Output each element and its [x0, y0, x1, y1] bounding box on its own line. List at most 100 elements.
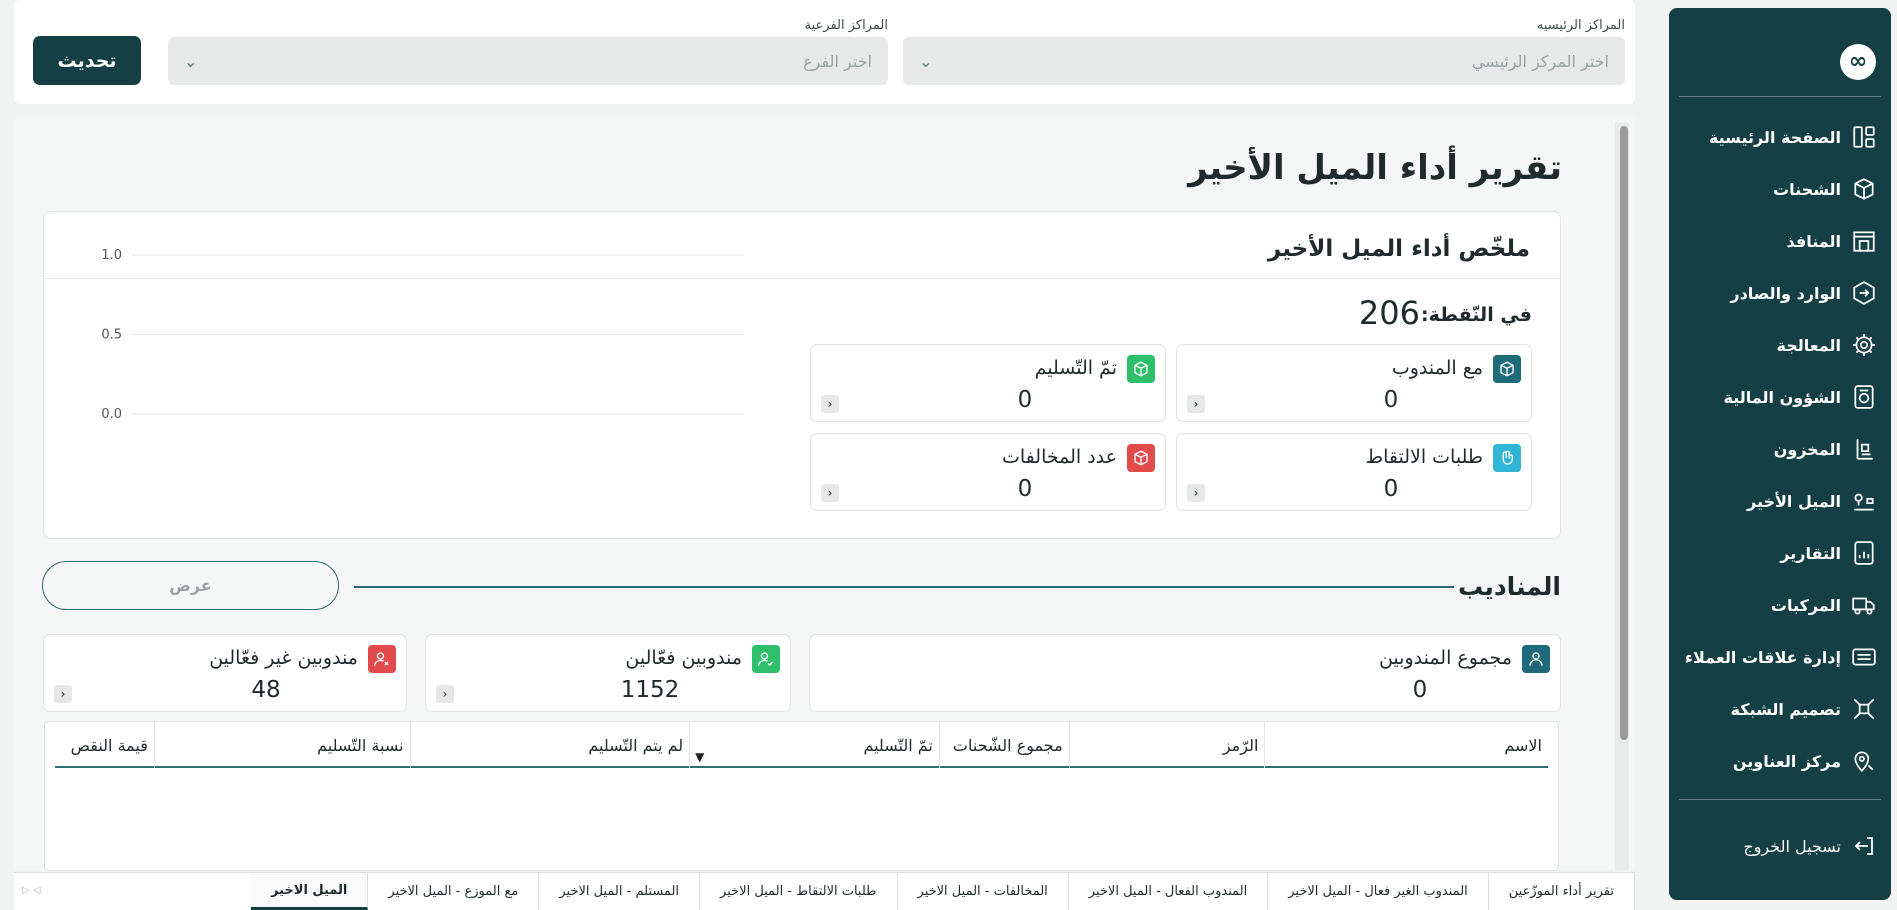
sidebar-item-label: تصميم الشبكة	[1730, 699, 1841, 719]
sidebar-item-home[interactable]: الصفحة الرئيسية	[1669, 111, 1891, 163]
box-icon	[1854, 178, 1874, 200]
sidebar-item-label: مركز العناوين	[1732, 751, 1841, 771]
sidebar-item-processing[interactable]: المعالجة	[1669, 319, 1891, 371]
summary-chart: 1.0 0.5 0.0	[64, 240, 764, 440]
tab-scroll-arrows[interactable]: ◁ ▷	[22, 885, 41, 896]
sidebar-item-label: المركبات	[1770, 595, 1841, 615]
chevron-left-icon[interactable]: ‹	[1187, 395, 1205, 413]
sidebar-item-label: الصفحة الرئيسية	[1708, 127, 1841, 147]
user-check-icon	[757, 652, 774, 666]
finance-icon	[1854, 385, 1874, 409]
sub-center-select[interactable]: اختر الفرع ⌄	[168, 37, 888, 85]
sidebar-item-label: الشؤون المالية	[1723, 387, 1841, 407]
stat-icon-bg	[1493, 355, 1521, 383]
rep-card-inactive: مندوبين غير فعّالين 48 ‹	[43, 634, 407, 712]
sidebar-item-label: المنافذ	[1786, 231, 1841, 251]
logo: ∞	[1669, 36, 1891, 84]
tab-recipient[interactable]: المستلم - الميل الاخير	[539, 873, 701, 910]
chevron-left-icon[interactable]: ‹	[821, 484, 839, 502]
tab-active-rep[interactable]: المندوب الفعال - الميل الاخير	[1069, 873, 1269, 910]
scrollbar-thumb[interactable]	[1620, 126, 1628, 740]
sidebar-item-vehicles[interactable]: المركبات	[1669, 579, 1891, 631]
hand-icon	[1502, 450, 1513, 465]
sub-center-label: المراكز الفرعية	[804, 18, 888, 33]
box-icon	[1500, 361, 1514, 377]
summary-title: ملخّص أداء الميل الأخير	[1267, 236, 1530, 262]
stat-icon-bg	[1493, 444, 1521, 472]
filter-bar: المراكز الرئيسيه اختر المركز الرئيسي ⌄ ا…	[14, 0, 1635, 104]
tab-with-distributor[interactable]: مع الموزع - الميل الاخير	[368, 873, 540, 910]
sidebar-item-network[interactable]: تصميم الشبكة	[1669, 683, 1891, 735]
sidebar-item-label: المعالجة	[1776, 335, 1842, 355]
stat-value: 0	[1412, 677, 1428, 703]
tab-violations[interactable]: المخالفات - الميل الاخير	[898, 873, 1069, 910]
box-icon	[1134, 361, 1148, 377]
stat-value: 0	[1017, 387, 1033, 413]
sort-down-icon: ▼	[695, 750, 705, 764]
sidebar: ∞ الصفحة الرئيسية الشحنات المنافذ الوارد…	[1669, 8, 1891, 900]
crm-icon	[1852, 648, 1876, 666]
chevron-left-icon[interactable]: ‹	[1187, 484, 1205, 502]
column-header-not-delivered[interactable]: لم يتم التّسليم	[409, 722, 690, 768]
stat-card-violations: عدد المخالفات 0 ‹	[810, 433, 1166, 511]
stat-value: 0	[1383, 476, 1399, 502]
sidebar-item-label: المخزون	[1773, 439, 1841, 459]
tab-inactive-rep[interactable]: المندوب الغير فعال - الميل الاخير	[1268, 873, 1489, 910]
logout-button[interactable]: تسجيل الخروج	[1669, 826, 1891, 866]
sidebar-item-reports[interactable]: التقارير	[1669, 527, 1891, 579]
point-value: 206	[1358, 294, 1420, 332]
sidebar-item-outlets[interactable]: المنافذ	[1669, 215, 1891, 267]
reps-title: المناديب	[1458, 572, 1561, 601]
y-tick-label: 0.5	[101, 328, 122, 343]
line-chart: 1.0 0.5 0.0	[101, 248, 744, 422]
sidebar-item-shipments[interactable]: الشحنات	[1669, 163, 1891, 215]
stat-label: تمّ التّسليم	[1034, 357, 1117, 379]
rep-card-total: مجموع المندوبين 0	[809, 634, 1561, 712]
sidebar-item-finance[interactable]: الشؤون المالية	[1669, 371, 1891, 423]
sidebar-item-last-mile[interactable]: الميل الأخير	[1669, 475, 1891, 527]
stat-icon-bg	[1522, 645, 1550, 673]
rep-card-active: مندوبين فعّالين 1152 ‹	[425, 634, 791, 712]
stat-label: مندوبين غير فعّالين	[209, 647, 358, 669]
stat-value: 1152	[620, 677, 680, 703]
chevron-left-icon[interactable]: ‹	[436, 685, 454, 703]
refresh-button[interactable]: تحديث	[33, 36, 141, 85]
logo-icon: ∞	[1840, 44, 1876, 80]
chevron-left-icon[interactable]: ‹	[821, 395, 839, 413]
reps-divider	[354, 586, 1454, 588]
sidebar-item-crm[interactable]: إدارة علاقات العملاء	[1669, 631, 1891, 683]
column-header-code[interactable]: الرّمز	[1068, 722, 1265, 768]
column-header-total-shipments[interactable]: مجموع الشّحنات	[938, 722, 1069, 768]
store-icon	[1853, 231, 1875, 252]
tab-pickup-requests[interactable]: طلبات الالتقاط - الميل الاخير	[700, 873, 898, 910]
stat-card-delivered: تمّ التّسليم 0 ‹	[810, 344, 1166, 422]
stat-icon-bg	[368, 645, 396, 673]
box-icon	[1134, 450, 1148, 466]
main-center-select[interactable]: اختر المركز الرئيسي ⌄	[903, 37, 1625, 85]
sidebar-item-inventory[interactable]: المخزون	[1669, 423, 1891, 475]
stat-value: 0	[1017, 476, 1033, 502]
network-icon	[1853, 698, 1875, 720]
stat-card-with-rep: مع المندوب 0 ‹	[1176, 344, 1532, 422]
show-button[interactable]: عرض	[42, 561, 339, 610]
sidebar-item-addresses[interactable]: مركز العناوين	[1669, 735, 1891, 787]
stat-value: 0	[1383, 387, 1399, 413]
summary-panel: ملخّص أداء الميل الأخير في النّقطة: 206 …	[43, 211, 1561, 539]
column-header-shortage-value[interactable]: قيمة النقص	[55, 722, 154, 768]
column-header-delivery-rate[interactable]: نسبة التّسليم	[153, 722, 410, 768]
chevron-left-icon[interactable]: ‹	[54, 685, 72, 703]
sidebar-nav: الصفحة الرئيسية الشحنات المنافذ الوارد و…	[1669, 111, 1891, 787]
main-center-label: المراكز الرئيسيه	[1536, 18, 1625, 33]
tab-last-mile[interactable]: الميل الاخير	[251, 873, 369, 910]
stat-icon-bg	[1127, 355, 1155, 383]
stat-icon-bg	[1127, 444, 1155, 472]
column-header-delivered[interactable]: تمّ التّسليم	[689, 722, 939, 768]
tab-distributors-report[interactable]: تقرير أداء الموزّعين	[1489, 873, 1635, 910]
column-header-name[interactable]: الاسم	[1264, 722, 1548, 768]
gear-icon	[1853, 334, 1875, 356]
table-header: الاسم الرّمز مجموع الشّحنات تمّ التّسليم…	[55, 722, 1548, 768]
sidebar-item-inout[interactable]: الوارد والصادر	[1669, 267, 1891, 319]
sub-center-placeholder: اختر الفرع	[803, 51, 872, 71]
sidebar-divider	[1679, 96, 1881, 97]
sidebar-item-label: التقارير	[1780, 543, 1841, 563]
